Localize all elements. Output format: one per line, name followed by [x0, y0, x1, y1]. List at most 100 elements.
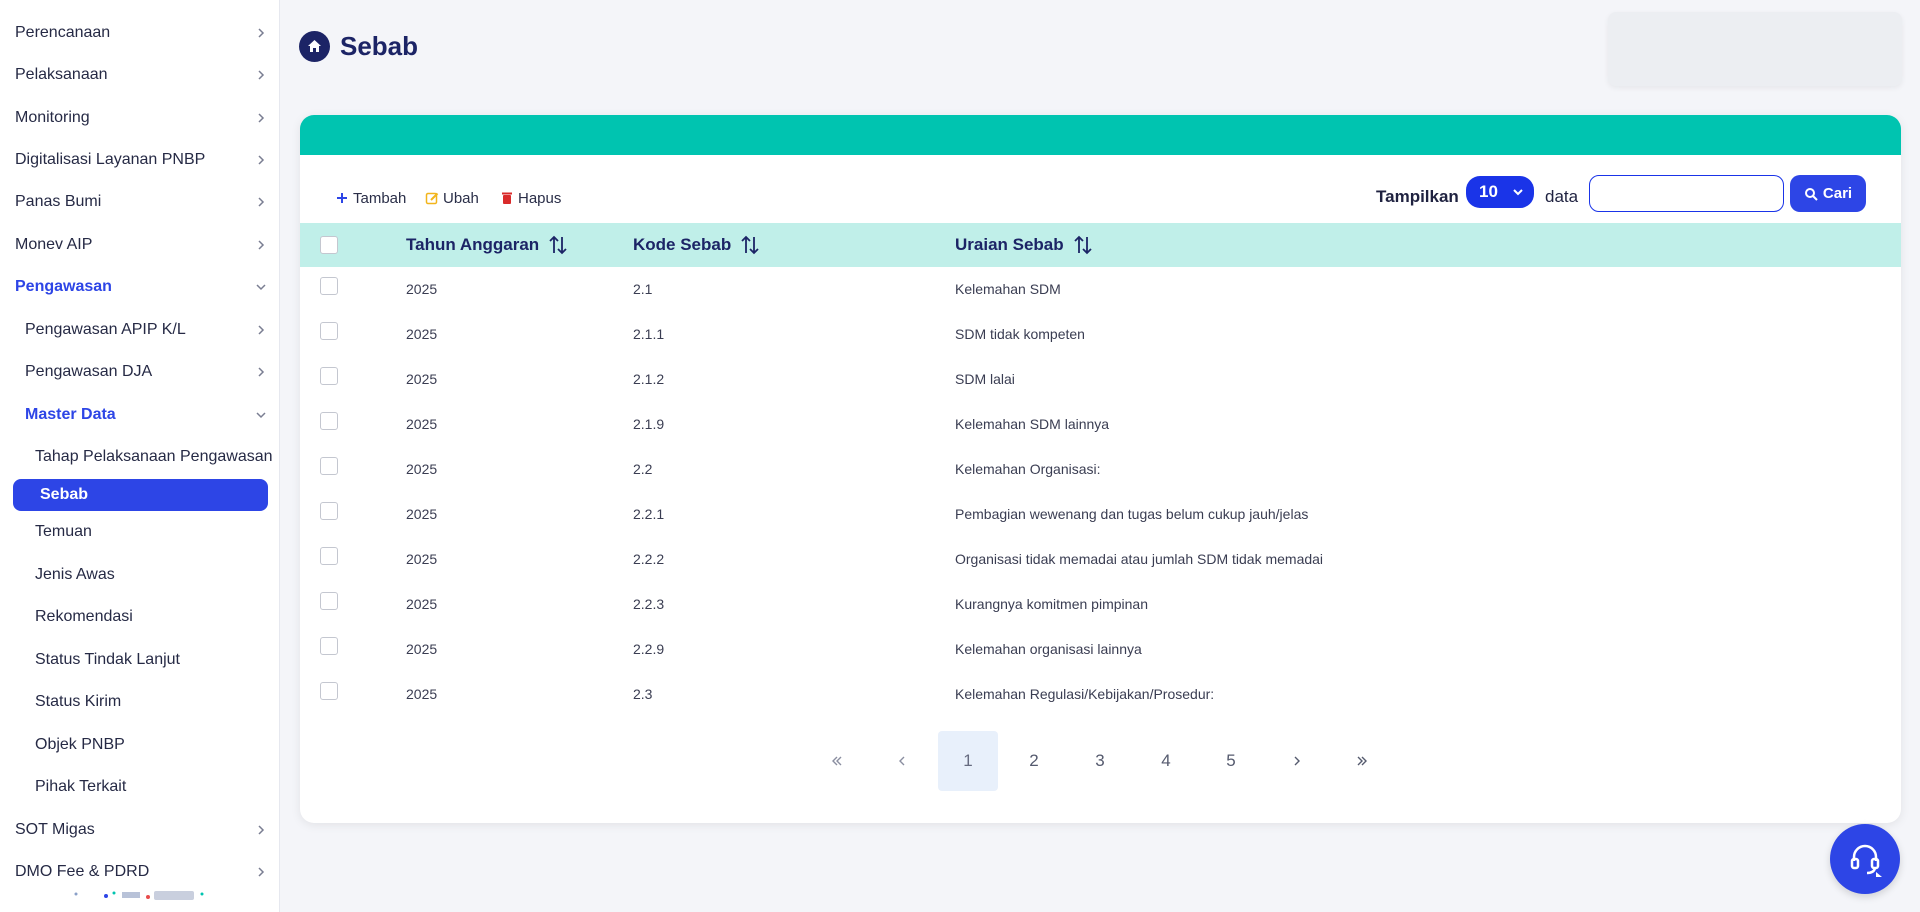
table-row[interactable]: 2025 2.2.2 Organisasi tidak memadai atau…: [300, 537, 1901, 582]
row-checkbox[interactable]: [320, 637, 338, 655]
sidebar-item-label: Pengawasan: [15, 278, 112, 295]
column-header-label: Tahun Anggaran: [406, 235, 540, 254]
cell-uraian: Organisasi tidak memadai atau jumlah SDM…: [955, 551, 1324, 567]
page-size-select[interactable]: 10: [1466, 176, 1534, 208]
chevron-right-icon: [254, 365, 268, 379]
cell-kode: 2.2.3: [633, 596, 665, 612]
sidebar-item-rekomendasi[interactable]: Rekomendasi: [0, 597, 279, 637]
column-header-kode[interactable]: Kode Sebab: [633, 223, 761, 267]
chevron-right-icon: [1294, 756, 1300, 766]
row-checkbox[interactable]: [320, 502, 338, 520]
last-page-button[interactable]: [1332, 731, 1392, 791]
cell-tahun: 2025: [406, 506, 438, 522]
help-button[interactable]: [1830, 824, 1900, 894]
cell-uraian: Kurangnya komitmen pimpinan: [955, 596, 1148, 612]
add-button[interactable]: Tambah: [335, 186, 406, 210]
row-checkbox[interactable]: [320, 547, 338, 565]
sidebar-item-label: Digitalisasi Layanan PNBP: [15, 151, 206, 168]
table-row[interactable]: 2025 2.1.2 SDM lalai: [300, 357, 1901, 402]
cell-tahun: 2025: [406, 281, 438, 297]
row-checkbox[interactable]: [320, 682, 338, 700]
chevron-right-icon: [254, 823, 268, 837]
sidebar-item-label: Pengawasan DJA: [25, 363, 153, 380]
plus-icon: [337, 193, 347, 203]
cell-kode: 2.2.1: [633, 506, 665, 522]
sidebar-item-label: Tahap Pelaksanaan Pengawasan: [35, 448, 273, 465]
table-row[interactable]: 2025 2.2 Kelemahan Organisasi:: [300, 447, 1901, 492]
column-header-tahun[interactable]: Tahun Anggaran: [406, 223, 569, 267]
page-button-3[interactable]: 3: [1070, 731, 1130, 791]
sidebar-item-label: Pelaksanaan: [15, 66, 108, 83]
sidebar-item-master-data[interactable]: Master Data: [0, 395, 279, 435]
delete-button[interactable]: Hapus: [500, 186, 561, 210]
row-checkbox[interactable]: [320, 412, 338, 430]
cell-kode: 2.1.1: [633, 326, 665, 342]
sidebar-item-label: Temuan: [35, 523, 92, 540]
sidebar-item-perencanaan[interactable]: Perencanaan: [0, 13, 279, 53]
sidebar-item-status-tindak-lanjut[interactable]: Status Tindak Lanjut: [0, 640, 279, 680]
row-checkbox[interactable]: [320, 592, 338, 610]
search-button[interactable]: Cari: [1790, 175, 1866, 212]
user-profile-placeholder[interactable]: [1608, 12, 1902, 86]
sidebar-item-status-kirim[interactable]: Status Kirim: [0, 682, 279, 722]
row-checkbox[interactable]: [320, 457, 338, 475]
sidebar-item-panas-bumi[interactable]: Panas Bumi: [0, 182, 279, 222]
sidebar-item-sebab[interactable]: Sebab: [13, 479, 268, 511]
cell-kode: 2.3: [633, 686, 653, 702]
add-button-label: Tambah: [353, 189, 407, 207]
cell-kode: 2.2: [633, 461, 653, 477]
page-button-5[interactable]: 5: [1201, 731, 1261, 791]
table-row[interactable]: 2025 2.3 Kelemahan Regulasi/Kebijakan/Pr…: [300, 672, 1901, 717]
table-row[interactable]: 2025 2.2.3 Kurangnya komitmen pimpinan: [300, 582, 1901, 627]
cell-uraian: Kelemahan organisasi lainnya: [955, 641, 1142, 657]
table-row[interactable]: 2025 2.2.1 Pembagian wewenang dan tugas …: [300, 492, 1901, 537]
home-icon[interactable]: [299, 30, 330, 62]
table-row[interactable]: 2025 2.1 Kelemahan SDM: [300, 267, 1901, 312]
cell-tahun: 2025: [406, 551, 438, 567]
sidebar-item-monitoring[interactable]: Monitoring: [0, 98, 279, 138]
sidebar-item-objek-pnbp[interactable]: Objek PNBP: [0, 725, 279, 765]
sidebar-item-pengawasan-apip[interactable]: Pengawasan APIP K/L: [0, 310, 279, 350]
sidebar-item-sot-migas[interactable]: SOT Migas: [0, 810, 279, 850]
sidebar-item-monev-aip[interactable]: Monev AIP: [0, 225, 279, 265]
sidebar-item-tahap-pelaksanaan[interactable]: Tahap Pelaksanaan Pengawasan: [0, 437, 279, 477]
row-checkbox[interactable]: [320, 322, 338, 340]
table-row[interactable]: 2025 2.2.9 Kelemahan organisasi lainnya: [300, 627, 1901, 672]
sidebar-item-jenis-awas[interactable]: Jenis Awas: [0, 555, 279, 595]
first-page-button[interactable]: [807, 731, 867, 791]
page-header: Sebab: [299, 30, 418, 62]
row-checkbox[interactable]: [320, 277, 338, 295]
cell-uraian: Pembagian wewenang dan tugas belum cukup…: [955, 506, 1309, 522]
page-button-1[interactable]: 1: [938, 731, 998, 791]
select-all-checkbox[interactable]: [320, 236, 338, 254]
page-button-4[interactable]: 4: [1136, 731, 1196, 791]
sidebar-item-label: Monev AIP: [15, 236, 93, 253]
cell-uraian: Kelemahan SDM lainnya: [955, 416, 1110, 432]
next-page-button[interactable]: [1267, 731, 1327, 791]
page-title: Sebab: [340, 30, 419, 61]
chevron-right-icon: [254, 68, 268, 82]
sidebar-item-pelaksanaan[interactable]: Pelaksanaan: [0, 55, 279, 95]
sidebar-item-label: Perencanaan: [15, 24, 111, 41]
sidebar-item-pengawasan[interactable]: Pengawasan: [0, 267, 279, 307]
page-button-2[interactable]: 2: [1004, 731, 1064, 791]
cell-tahun: 2025: [406, 416, 438, 432]
edit-button[interactable]: Ubah: [425, 186, 479, 210]
sidebar-item-label: Rekomendasi: [35, 608, 133, 625]
table-row[interactable]: 2025 2.1.9 Kelemahan SDM lainnya: [300, 402, 1901, 447]
column-header-uraian[interactable]: Uraian Sebab: [955, 223, 1094, 267]
sidebar-item-temuan[interactable]: Temuan: [0, 512, 279, 552]
table-row[interactable]: 2025 2.1.1 SDM tidak kompeten: [300, 312, 1901, 357]
prev-page-button[interactable]: [872, 731, 932, 791]
headset-icon: [1850, 844, 1882, 877]
cell-uraian: SDM lalai: [955, 371, 1015, 387]
chevron-left-icon: [899, 756, 905, 766]
sidebar-item-pihak-terkait[interactable]: Pihak Terkait: [0, 767, 279, 807]
sidebar-item-pengawasan-dja[interactable]: Pengawasan DJA: [0, 352, 279, 392]
row-checkbox[interactable]: [320, 367, 338, 385]
cell-kode: 2.2.9: [633, 641, 665, 657]
sidebar-item-dmo-fee[interactable]: DMO Fee & PDRD: [0, 852, 279, 892]
sidebar-item-digitalisasi[interactable]: Digitalisasi Layanan PNBP: [0, 140, 279, 180]
cell-kode: 2.1.2: [633, 371, 665, 387]
search-input[interactable]: [1589, 175, 1784, 212]
